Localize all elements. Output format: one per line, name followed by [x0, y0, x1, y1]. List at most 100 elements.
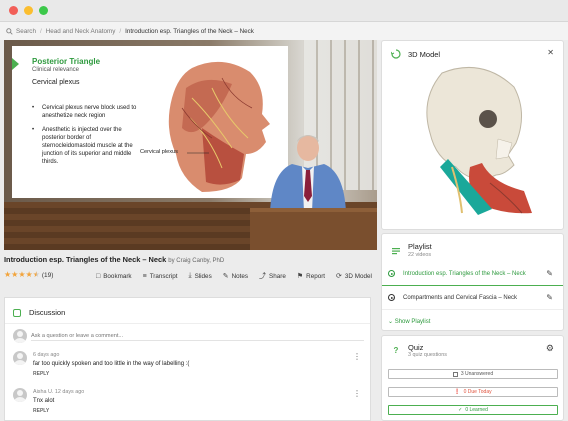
quiz-panel: ? Quiz 3 quiz questions ⚙ 3 Unanswered ❗… [381, 335, 564, 421]
star-icon: ★ [18, 270, 26, 279]
playlist-icon [392, 248, 400, 255]
playlist-item-label: Compartments and Cervical Fascia – Neck [403, 294, 518, 301]
action-label: Report [306, 272, 326, 280]
image-label: Cervical plexus [140, 149, 178, 155]
video-player[interactable]: Posterior Triangle Clinical relevance Ce… [4, 40, 377, 250]
discussion-header: Discussion [13, 308, 65, 317]
rating[interactable]: ★ ★ ★ ★ ★ (19) [4, 271, 53, 279]
neck-anatomy-illustration [168, 61, 270, 192]
close-window-button[interactable] [9, 6, 18, 15]
playlist-count: 22 videos [408, 252, 432, 258]
discussion-panel: Discussion 6 days ago far too quickly sp… [4, 297, 371, 421]
breadcrumb-separator: / [39, 27, 42, 35]
gear-icon[interactable]: ⚙ [546, 343, 554, 354]
unanswered-icon [452, 371, 458, 377]
3d-model-title: 3D Model [408, 50, 441, 59]
quiz-icon: ? [393, 346, 399, 355]
breadcrumb-section[interactable]: Head and Neck Anatomy [46, 28, 116, 35]
learned-button[interactable]: ✓ 0 Learned [388, 405, 558, 415]
share-button[interactable]: ⤴ Share [259, 271, 286, 281]
3d-skull-model[interactable] [412, 63, 542, 223]
slide-bullets: Cervical plexus nerve block used to anes… [32, 104, 140, 172]
star-icon: ★ [4, 270, 12, 279]
unanswered-label: 3 Unanswered [460, 371, 494, 377]
half-star-icon: ★ [32, 270, 40, 279]
lecture-actions: □ Bookmark ≡ Transcript ⤓ Slides ✎ Notes ⤴ Sh… [96, 271, 372, 281]
slide-bullet: Anesthetic is injected over the posterio… [32, 126, 140, 166]
discussion-icon [13, 308, 21, 317]
playlist-item-label: Introduction esp. Triangles of the Neck … [403, 270, 526, 277]
slide-title: Posterior Triangle [32, 57, 101, 66]
learned-label: 0 Learned [465, 407, 488, 413]
transcript-button[interactable]: ≡ Transcript [143, 271, 178, 281]
slides-button[interactable]: ⤓ Slides [188, 271, 211, 281]
breadcrumb-separator: / [119, 27, 122, 35]
reply-button[interactable]: REPLY [33, 371, 49, 377]
comment-meta: Aisha U. 12 days ago [33, 389, 85, 395]
quiz-title: Quiz [408, 343, 424, 352]
slide-heading: Cervical plexus [32, 79, 80, 86]
alert-icon: ❗ [454, 389, 461, 395]
unanswered-button[interactable]: 3 Unanswered [388, 369, 558, 379]
action-label: Share [269, 272, 286, 280]
label-pointer [187, 152, 209, 154]
quiz-count: 3 quiz questions [408, 352, 447, 358]
report-button[interactable]: ⚑ Report [297, 271, 325, 281]
lecture-author: by Craig Canby, PhD [168, 258, 225, 264]
slide-subtitle: Clinical relevance [32, 67, 80, 73]
lecture-slide: Posterior Triangle Clinical relevance Ce… [12, 46, 288, 198]
3d-model-button[interactable]: ⟳ 3D Model [336, 271, 372, 281]
reply-button[interactable]: REPLY [33, 408, 49, 414]
bookmark-button[interactable]: □ Bookmark [96, 271, 132, 281]
chevron-down-icon: ⌄ [388, 319, 394, 325]
edit-icon[interactable]: ✎ [546, 293, 553, 302]
window-titlebar [0, 0, 568, 22]
3d-model-icon: ⟳ [336, 273, 342, 280]
notes-icon: ✎ [222, 273, 229, 280]
download-icon: ⤓ [188, 272, 192, 279]
check-icon: ✓ [458, 407, 463, 413]
comment-text: Tnx alot [33, 398, 55, 404]
3d-model-panel: 3D Model ✕ [381, 40, 564, 230]
minimize-window-button[interactable] [24, 6, 33, 15]
show-playlist-button[interactable]: ⌄ Show Playlist [388, 318, 430, 325]
play-icon [388, 294, 395, 301]
lecture-title: Introduction esp. Triangles of the Neck … [4, 255, 224, 264]
share-icon: ⤴ [259, 273, 267, 280]
playlist-item[interactable]: Compartments and Cervical Fascia – Neck … [382, 286, 563, 310]
divider [5, 323, 370, 324]
breadcrumb: Search / Head and Neck Anatomy / Introdu… [0, 22, 568, 40]
comment-meta: 6 days ago [33, 352, 60, 358]
comment-input[interactable] [31, 331, 364, 341]
playlist-item[interactable]: Introduction esp. Triangles of the Neck … [382, 262, 563, 286]
avatar [13, 351, 27, 365]
action-label: Slides [194, 272, 212, 280]
podium [250, 208, 377, 250]
breadcrumb-search[interactable]: Search [16, 28, 36, 35]
rating-count: (19) [41, 271, 54, 279]
discussion-title: Discussion [29, 308, 66, 317]
comment-text: far too quickly spoken and too little in… [33, 361, 190, 367]
notes-button[interactable]: ✎ Notes [223, 271, 248, 281]
edit-icon[interactable]: ✎ [546, 269, 553, 278]
playlist-panel: Playlist 22 videos Introduction esp. Tri… [381, 233, 564, 331]
more-icon[interactable]: ⋯ [353, 353, 362, 361]
search-icon [6, 27, 13, 35]
star-icon: ★ [11, 270, 19, 279]
3d-model-icon [391, 49, 401, 59]
maximize-window-button[interactable] [39, 6, 48, 15]
avatar [13, 329, 27, 343]
breadcrumb-current: Introduction esp. Triangles of the Neck … [125, 27, 254, 35]
close-icon[interactable]: ✕ [547, 48, 554, 57]
slide-bullet: Cervical plexus nerve block used to anes… [32, 104, 140, 120]
bookmark-icon: □ [96, 272, 101, 280]
star-icon: ★ [25, 270, 33, 279]
playlist-title: Playlist [408, 242, 432, 251]
more-icon[interactable]: ⋯ [353, 390, 362, 398]
action-label: Transcript [149, 272, 178, 280]
action-label: 3D Model [344, 272, 372, 280]
due-today-button[interactable]: ❗ 0 Due Today [388, 387, 558, 397]
show-playlist-label: Show Playlist [394, 319, 431, 325]
flag-icon: ⚑ [296, 273, 304, 280]
play-icon [388, 270, 395, 277]
